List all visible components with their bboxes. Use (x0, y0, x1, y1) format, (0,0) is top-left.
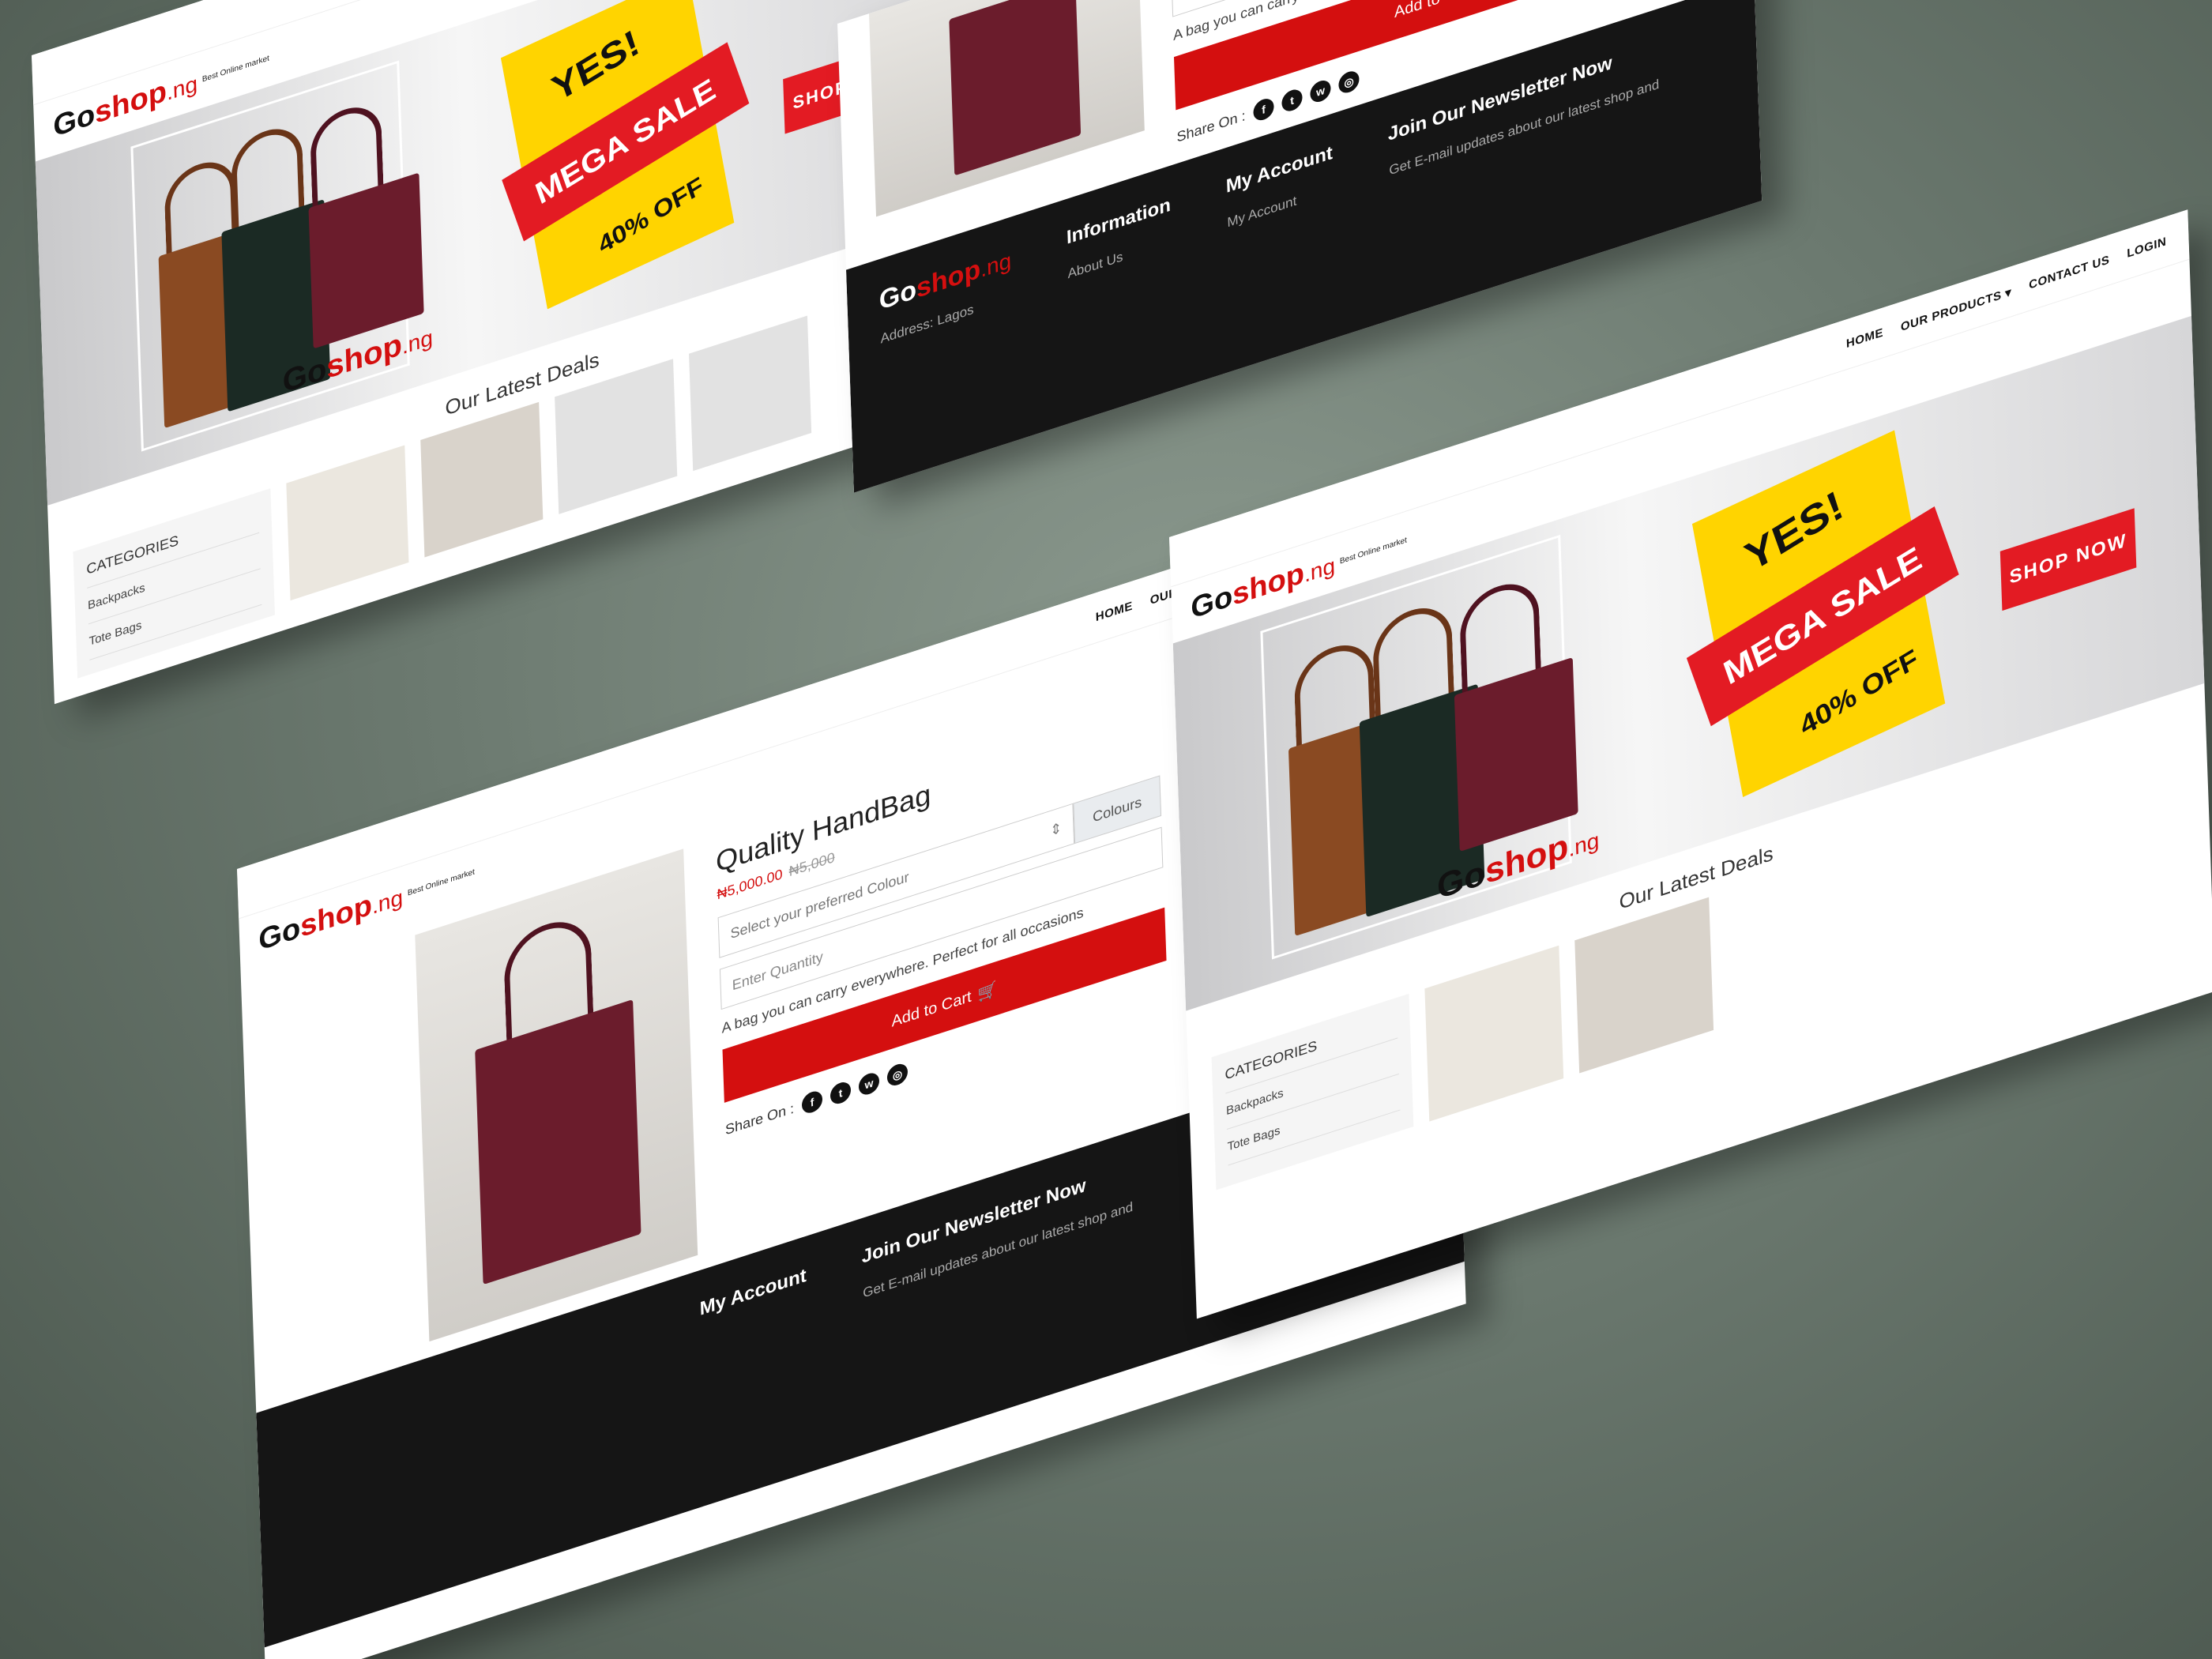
footer-logo: Go shop .ng Address: Lagos (878, 246, 1018, 482)
share-label: Share On : (724, 1100, 795, 1138)
footer-col-account: My Account My Account (1225, 142, 1339, 371)
whatsapp-icon[interactable]: w (1310, 77, 1331, 105)
nav-home[interactable]: HOME (1096, 599, 1134, 624)
share-label: Share On : (1176, 107, 1246, 145)
maroon-bag-image (475, 999, 641, 1285)
logo-tagline: Best Online market (1339, 535, 1408, 566)
product-image (868, 0, 1145, 217)
logo-go: Go (878, 274, 917, 317)
facebook-icon[interactable]: f (1253, 96, 1275, 123)
logo-go: Go (258, 911, 301, 958)
maroon-bag-image (949, 0, 1082, 176)
logo-shop: shop (299, 888, 373, 945)
logo-tagline: Best Online market (201, 53, 270, 85)
logo-go: Go (1190, 579, 1233, 626)
whatsapp-icon[interactable]: w (858, 1070, 880, 1098)
nav-home[interactable]: HOME (1846, 325, 1884, 351)
instagram-icon[interactable]: ◎ (1338, 68, 1360, 96)
logo-go: Go (52, 97, 96, 145)
facebook-icon[interactable]: f (801, 1089, 823, 1116)
logo-ng: .ng (371, 884, 404, 919)
logo-shop: shop (1232, 556, 1305, 613)
select-arrows-icon: ⇕ (1049, 818, 1063, 839)
logo-shop: shop (916, 254, 981, 304)
twitter-icon[interactable]: t (1281, 86, 1303, 115)
twitter-icon[interactable]: t (830, 1079, 852, 1107)
instagram-icon[interactable]: ◎ (886, 1061, 908, 1089)
add-to-cart-label: Add to Cart (1394, 0, 1475, 22)
footer-account-heading: My Account (699, 1264, 807, 1320)
logo-ng: .ng (166, 70, 198, 105)
footer-col-information: Information About Us (1066, 194, 1177, 422)
logo-ng: .ng (980, 247, 1012, 282)
logo-ng: .ng (1304, 552, 1336, 587)
nav-contact[interactable]: CONTACT US (2029, 253, 2110, 292)
cart-icon: 🛒 (977, 980, 998, 1004)
price-old: ₦5,000 (788, 848, 835, 880)
mockup-scene: HOME OUR PRODUCTS ▾ Go shop .ng Best Onl… (0, 0, 2212, 1659)
logo-tagline: Best Online market (407, 867, 476, 898)
footer-col-account: My Account (699, 1265, 812, 1477)
home-screen-2: HOME OUR PRODUCTS ▾ CONTACT US LOGIN Go … (1169, 209, 2212, 1319)
nav-login[interactable]: LOGIN (2127, 235, 2167, 261)
logo-ng: .ng (401, 325, 434, 359)
add-to-cart-label: Add to Cart (891, 987, 972, 1031)
logo-ng: .ng (1567, 827, 1600, 862)
logo-shop: shop (94, 74, 167, 131)
product-image (415, 848, 698, 1342)
shop-now-button[interactable]: SHOP NOW (1999, 508, 2137, 611)
